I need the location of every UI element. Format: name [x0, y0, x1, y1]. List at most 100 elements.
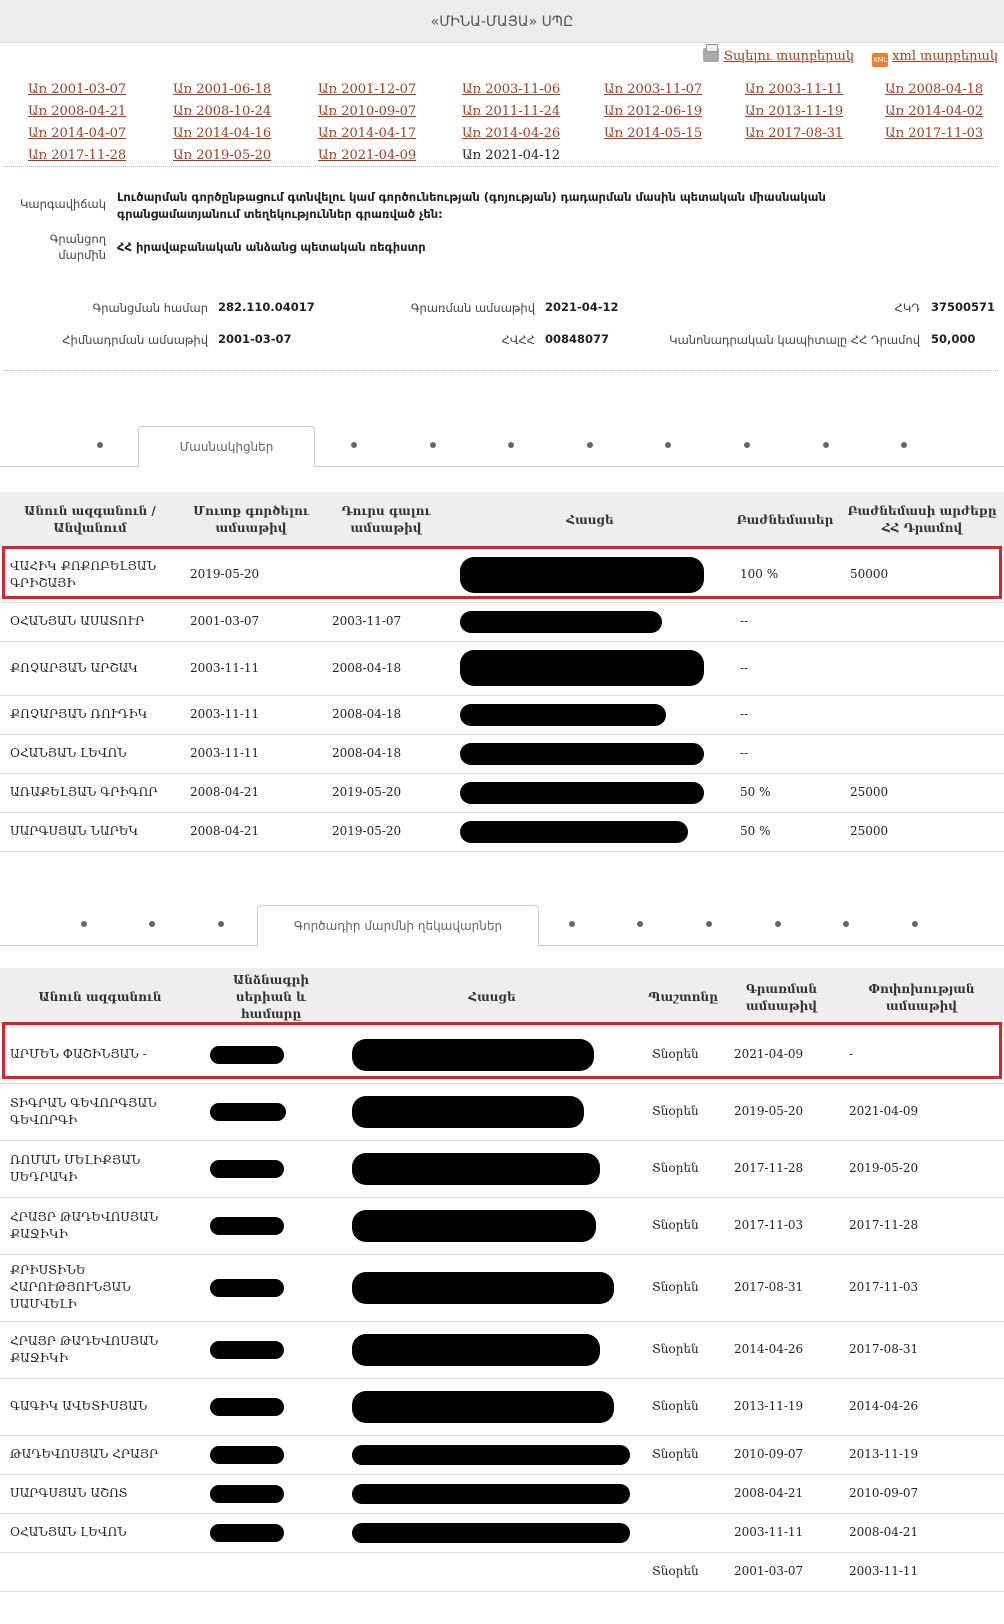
tab-dot[interactable] — [706, 921, 712, 927]
tab-dot[interactable] — [430, 442, 436, 448]
xml-version-link[interactable]: XML xml տարբերակ — [872, 49, 998, 67]
member-entry-date: 2003-11-11 — [180, 641, 322, 696]
manager-passport — [200, 1321, 342, 1379]
manager-position: Տնօրեն — [642, 1197, 724, 1255]
tab-dot[interactable] — [569, 921, 575, 927]
member-address — [450, 773, 730, 813]
tab-dot[interactable] — [81, 921, 87, 927]
member-exit-date: 2008-04-18 — [322, 695, 450, 735]
member-share-value — [840, 695, 1004, 735]
history-date-link[interactable]: Առ 2014-04-16 — [173, 126, 271, 141]
tab-managers[interactable]: Գործադիր մարմնի ղեկավարներ — [257, 905, 539, 947]
print-version-link[interactable]: Տպելու տարբերակ — [703, 44, 854, 64]
manager-name: ԳԱԳԻԿ ԱՎԵՏԻՍՅԱՆ — [0, 1378, 200, 1436]
col-change-date: Փոփոխության ամսաթիվ — [839, 968, 1004, 1027]
tab-dot[interactable] — [912, 921, 918, 927]
printer-icon — [703, 44, 720, 62]
col-passport: Անձնագրի սերիան և համարը — [200, 968, 342, 1027]
member-entry-date: 2003-11-11 — [180, 695, 322, 735]
history-date-link[interactable]: Առ 2011-11-24 — [462, 104, 560, 119]
manager-position: Տնօրեն — [642, 1378, 724, 1436]
history-date-link[interactable]: Առ 2014-04-07 — [28, 126, 126, 141]
status-value: Լուծարման գործընթացում գտնվելու կամ գործ… — [117, 190, 826, 221]
history-date-link[interactable]: Առ 2008-04-18 — [885, 82, 983, 97]
tab-dot[interactable] — [351, 442, 357, 448]
manager-position: Տնօրեն — [642, 1140, 724, 1198]
history-date-link[interactable]: Առ 2010-09-07 — [318, 104, 416, 119]
manager-record-date: 2017-08-31 — [724, 1254, 839, 1322]
redacted-address — [352, 1444, 630, 1465]
history-date-link[interactable]: Առ 2003-11-07 — [604, 82, 702, 97]
history-date-link[interactable]: Առ 2017-11-28 — [28, 148, 126, 163]
company-title-bar: «ՄԻՆԱ-ՄԱՅԱ» ՍՊԸ — [0, 0, 1004, 43]
tin-value: 37500571 — [931, 300, 996, 314]
history-date-link[interactable]: Առ 2001-06-18 — [173, 82, 271, 97]
manager-passport — [200, 1378, 342, 1436]
manager-address — [342, 1321, 642, 1379]
history-date-link[interactable]: Առ 2021-04-09 — [318, 148, 416, 163]
tab-dot[interactable] — [775, 921, 781, 927]
history-date-link[interactable]: Առ 2012-06-19 — [604, 104, 702, 119]
history-date-link[interactable]: Առ 2017-08-31 — [745, 126, 843, 141]
manager-name: ՏԻԳՐԱՆ ԳԵՎՈՐԳՅԱՆ ԳԵՎՈՐԳԻ — [0, 1083, 200, 1141]
manager-name: ՍԱՐԳՍՅԱՆ ԱՇՈՏ — [0, 1474, 200, 1514]
member-row: ՍԱՐԳՍՅԱՆ ՆԱՐԵԿ 2008-04-21 2019-05-20 50 % 25… — [0, 812, 1004, 852]
registrar-label: Գրանցող մարմին — [49, 232, 106, 262]
reg-number-label: Գրանցման համար — [92, 301, 208, 315]
manager-row: ԳԱԳԻԿ ԱՎԵՏԻՍՅԱՆ Տնօրեն 2013-11-19 2014-04-2… — [0, 1378, 1004, 1436]
manager-address — [342, 1552, 642, 1592]
manager-position: Տնօրեն — [642, 1254, 724, 1322]
tab-dot[interactable] — [901, 442, 907, 448]
history-date-link[interactable]: Առ 2014-05-15 — [604, 126, 702, 141]
history-date-link[interactable]: Առ 2008-04-21 — [28, 104, 126, 119]
manager-record-date: 2008-04-21 — [724, 1474, 839, 1514]
member-exit-date: 2019-05-20 — [322, 773, 450, 813]
history-date-link[interactable]: Առ 2017-11-03 — [885, 126, 983, 141]
redacted-passport — [210, 1397, 284, 1416]
redacted-passport — [210, 1278, 284, 1297]
redacted-address — [460, 610, 662, 633]
manager-passport — [200, 1027, 342, 1084]
history-date-link[interactable]: Առ 2003-11-11 — [745, 82, 843, 97]
member-exit-date: 2008-04-18 — [322, 734, 450, 774]
history-date-link[interactable]: Առ 2008-10-24 — [173, 104, 271, 119]
redacted-address — [352, 1152, 600, 1185]
tab-dot[interactable] — [218, 921, 224, 927]
manager-passport — [200, 1552, 342, 1592]
member-name: ՔՈՉԱՐՅԱՆ ԱՐՇԱԿ — [0, 641, 180, 696]
tab-dot[interactable] — [843, 921, 849, 927]
manager-address — [342, 1197, 642, 1255]
manager-passport — [200, 1513, 342, 1553]
tab-dot[interactable] — [637, 921, 643, 927]
tab-dot[interactable] — [508, 442, 514, 448]
history-date-link[interactable]: Առ 2014-04-02 — [885, 104, 983, 119]
history-date-link[interactable]: Առ 2013-11-19 — [745, 104, 843, 119]
redacted-address — [460, 703, 666, 726]
tab-dot[interactable] — [149, 921, 155, 927]
founding-date-value: 2001-03-07 — [218, 332, 292, 346]
manager-change-date: 2019-05-20 — [839, 1140, 1004, 1198]
history-date-link[interactable]: Առ 2001-12-07 — [318, 82, 416, 97]
manager-position: Տնօրեն — [642, 1552, 724, 1592]
manager-position: Տնօրեն — [642, 1083, 724, 1141]
tab-dot[interactable] — [587, 442, 593, 448]
managers-table: Անուն ազգանուն Անձնագրի սերիան և համարը … — [0, 968, 1004, 1592]
manager-record-date: 2019-05-20 — [724, 1083, 839, 1141]
col-shares: Բաժնեմասեր — [730, 492, 840, 548]
history-date-link[interactable]: Առ 2014-04-17 — [318, 126, 416, 141]
member-name: ՍԱՐԳՍՅԱՆ ՆԱՐԵԿ — [0, 812, 180, 852]
tab-dot[interactable] — [97, 442, 103, 448]
capital-label: Կանոնադրական կապիտալը ՀՀ Դրամով — [669, 333, 920, 347]
reg-number-value: 282.110.04017 — [218, 300, 315, 314]
tab-dot[interactable] — [665, 442, 671, 448]
history-date-link[interactable]: Առ 2014-04-26 — [462, 126, 560, 141]
history-date-link[interactable]: Առ 2003-11-06 — [462, 82, 560, 97]
history-date-link[interactable]: Առ 2001-03-07 — [28, 82, 126, 97]
tab-dot[interactable] — [744, 442, 750, 448]
tab-managers-label: Գործադիր մարմնի ղեկավարներ — [293, 919, 503, 933]
tab-dot[interactable] — [823, 442, 829, 448]
manager-record-date: 2017-11-28 — [724, 1140, 839, 1198]
manager-row: ՀՐԱՅՐ ԹԱԴԵՎՈՍՅԱՆ ՔԱՋԻԿԻ Տնօրեն 2017-11-03 2… — [0, 1197, 1004, 1255]
history-date-link[interactable]: Առ 2019-05-20 — [173, 148, 271, 163]
tab-members[interactable]: Մասնակիցներ — [138, 426, 315, 468]
